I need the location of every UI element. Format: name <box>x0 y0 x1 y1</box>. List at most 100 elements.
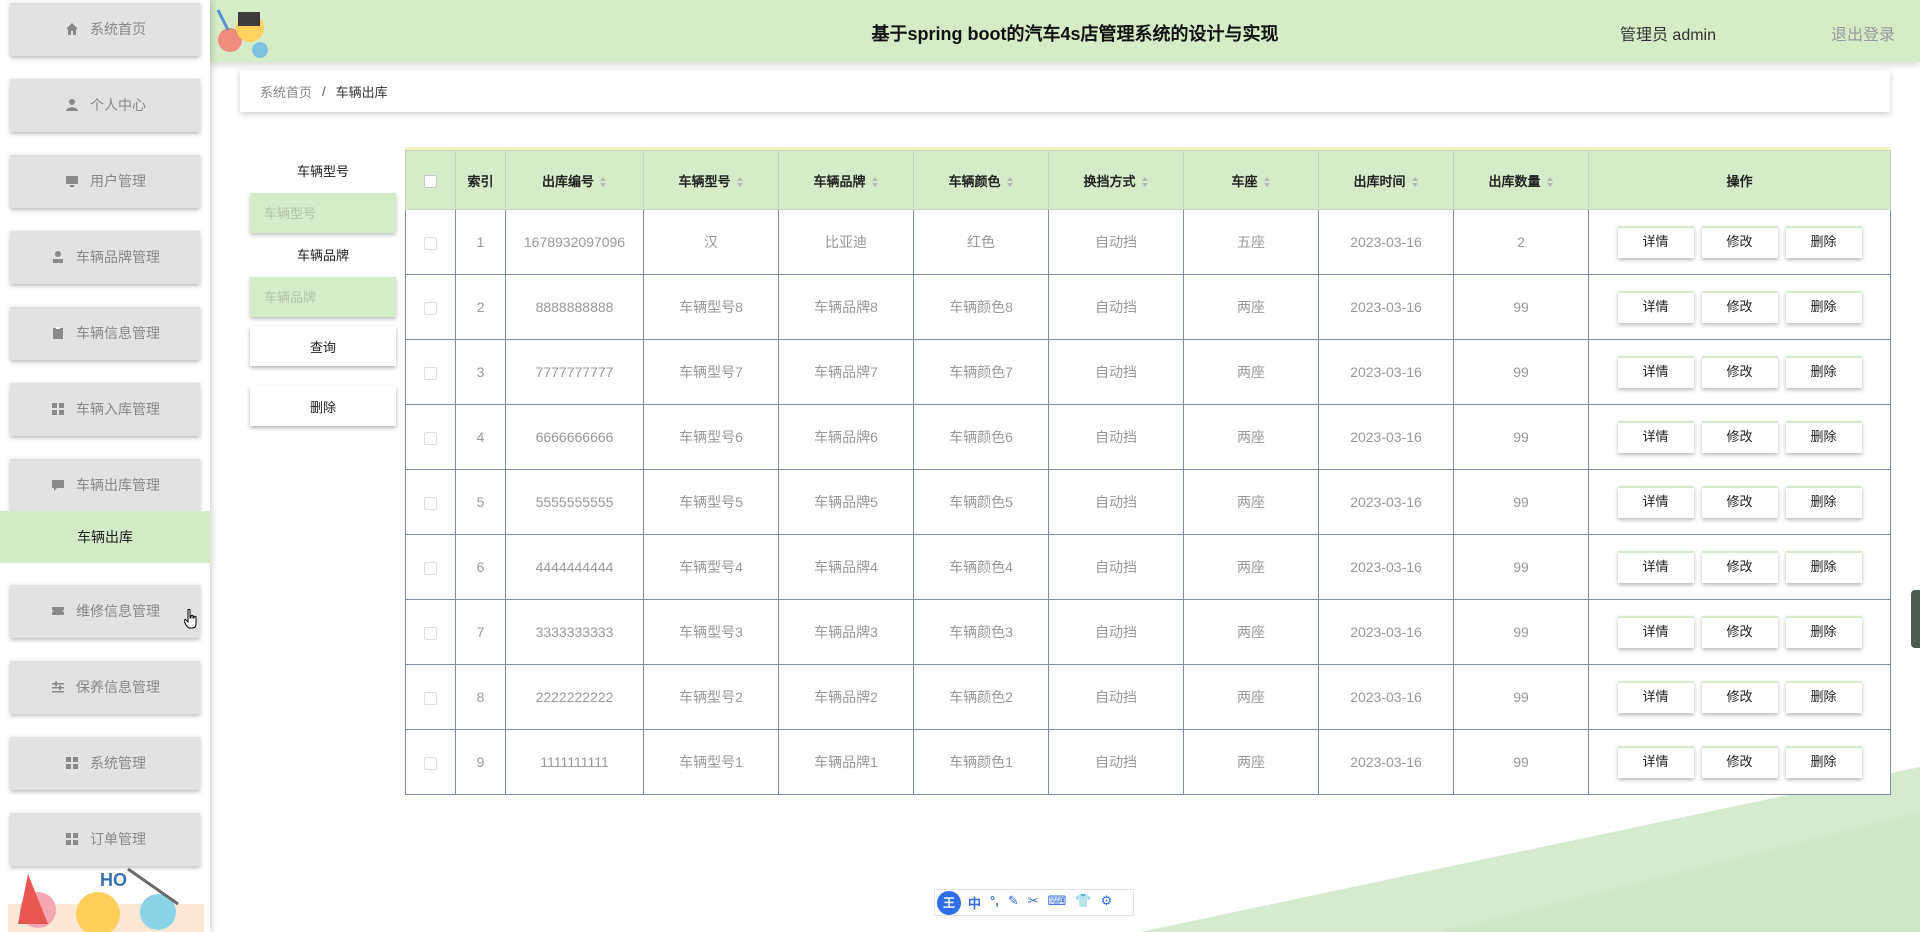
logout-link[interactable]: 退出登录 <box>1831 21 1895 45</box>
edit-button[interactable]: 修改 <box>1701 486 1778 518</box>
search-button[interactable]: 查询 <box>250 326 396 366</box>
row-checkbox[interactable] <box>424 626 437 640</box>
column-header-7[interactable]: 车座 <box>1183 150 1319 210</box>
ime-settings-icon[interactable]: ⚙ <box>1101 893 1113 912</box>
row-checkbox[interactable] <box>424 756 437 770</box>
column-header-9[interactable]: 出库数量 <box>1453 150 1589 210</box>
table-cell: 2 <box>455 274 506 340</box>
row-checkbox[interactable] <box>424 301 437 315</box>
delete-button[interactable]: 删除 <box>1785 291 1862 323</box>
column-header-4[interactable]: 车辆品牌 <box>778 150 914 210</box>
delete-button[interactable]: 删除 <box>1785 421 1862 453</box>
sidebar-item-label: 系统首页 <box>90 21 146 37</box>
row-checkbox[interactable] <box>424 561 437 575</box>
row-checkbox[interactable] <box>424 431 437 445</box>
select-all-checkbox[interactable] <box>424 174 437 188</box>
breadcrumb-home[interactable]: 系统首页 <box>260 82 312 101</box>
brand-filter-input[interactable] <box>250 277 396 317</box>
sidebar-item-9[interactable]: 保养信息管理 <box>10 660 200 714</box>
sort-caret-icon[interactable] <box>600 177 607 188</box>
sidebar-subitem-vehicle-outbound[interactable]: 车辆出库 <box>0 511 210 563</box>
detail-button[interactable]: 详情 <box>1617 551 1694 583</box>
delete-button[interactable]: 删除 <box>1785 616 1862 648</box>
row-checkbox[interactable] <box>424 496 437 510</box>
ime-punctuation-icon[interactable]: °, <box>990 893 999 912</box>
table-cell: 自动挡 <box>1048 534 1184 600</box>
edit-button[interactable]: 修改 <box>1701 421 1778 453</box>
model-filter-input[interactable] <box>250 193 396 233</box>
delete-button[interactable]: 删除 <box>1785 356 1862 388</box>
table-cell: 红色 <box>913 209 1049 275</box>
table-cell: 99 <box>1453 339 1589 405</box>
sidebar-item-3[interactable]: 用户管理 <box>10 154 200 208</box>
edit-button[interactable]: 修改 <box>1701 616 1778 648</box>
detail-button[interactable]: 详情 <box>1617 486 1694 518</box>
delete-button[interactable]: 删除 <box>1785 551 1862 583</box>
batch-delete-button[interactable]: 删除 <box>250 386 396 426</box>
detail-button[interactable]: 详情 <box>1617 421 1694 453</box>
table-cell: 99 <box>1453 404 1589 470</box>
edit-button[interactable]: 修改 <box>1701 551 1778 583</box>
detail-button[interactable]: 详情 <box>1617 291 1694 323</box>
delete-button[interactable]: 删除 <box>1785 226 1862 258</box>
sort-caret-icon[interactable] <box>1411 177 1419 188</box>
breadcrumb-current: 车辆出库 <box>335 84 388 100</box>
column-header-2[interactable]: 出库编号 <box>505 150 644 210</box>
sidebar-item-10[interactable]: 系统管理 <box>10 736 200 790</box>
sidebar-item-11[interactable]: 订单管理 <box>10 812 200 866</box>
sidebar-item-5[interactable]: 车辆信息管理 <box>10 306 200 360</box>
column-header-8[interactable]: 出库时间 <box>1318 150 1454 210</box>
sidebar-item-1[interactable]: 系统首页 <box>10 2 200 56</box>
breadcrumb-separator: / <box>322 83 326 99</box>
delete-button[interactable]: 删除 <box>1785 486 1862 518</box>
detail-button[interactable]: 详情 <box>1617 746 1694 778</box>
sort-caret-icon[interactable] <box>1546 177 1554 188</box>
sort-caret-icon[interactable] <box>736 177 744 188</box>
table-cell: 自动挡 <box>1048 599 1184 665</box>
edit-button[interactable]: 修改 <box>1701 681 1778 713</box>
ime-logo-icon[interactable]: 王 <box>937 890 961 915</box>
edit-button[interactable]: 修改 <box>1701 356 1778 388</box>
row-checkbox[interactable] <box>424 366 437 380</box>
row-checkbox[interactable] <box>424 236 437 250</box>
column-header-6[interactable]: 换挡方式 <box>1048 150 1184 210</box>
ime-handwrite-icon[interactable]: ✎ <box>1008 893 1019 912</box>
svg-text:HO: HO <box>100 870 127 890</box>
table-row: 3 7777777777 车辆型号7 车辆品牌7 车辆颜色7 自动挡 两座 2023-03-1… <box>405 339 1891 405</box>
scrollbar-handle[interactable] <box>1911 590 1920 648</box>
ime-skin-icon[interactable]: 👕 <box>1075 893 1091 912</box>
table-cell: 7777777777 <box>505 339 644 405</box>
ime-chinese-mode-icon[interactable]: 中 <box>968 893 981 912</box>
row-select-cell <box>405 599 456 665</box>
row-checkbox[interactable] <box>424 691 437 705</box>
detail-button[interactable]: 详情 <box>1617 616 1694 648</box>
sidebar-item-6[interactable]: 车辆入库管理 <box>10 382 200 436</box>
sort-caret-icon[interactable] <box>871 177 879 188</box>
sidebar-item-8[interactable]: 维修信息管理 <box>10 584 200 638</box>
sidebar-item-4[interactable]: 车辆品牌管理 <box>10 230 200 284</box>
ime-screenshot-icon[interactable]: ✂ <box>1028 893 1039 912</box>
sidebar-item-7[interactable]: 车辆出库管理 <box>10 458 200 512</box>
row-actions: 详情 修改 删除 <box>1588 274 1891 340</box>
edit-button[interactable]: 修改 <box>1701 746 1778 778</box>
detail-button[interactable]: 详情 <box>1617 356 1694 388</box>
edit-button[interactable]: 修改 <box>1701 291 1778 323</box>
table-cell: 8888888888 <box>505 274 644 340</box>
delete-button[interactable]: 删除 <box>1785 681 1862 713</box>
sort-caret-icon[interactable] <box>1006 177 1014 188</box>
table-cell: 车辆品牌2 <box>778 664 914 730</box>
column-header-3[interactable]: 车辆型号 <box>643 150 779 210</box>
row-actions: 详情 修改 删除 <box>1588 339 1891 405</box>
detail-button[interactable]: 详情 <box>1617 681 1694 713</box>
sort-caret-icon[interactable] <box>1141 177 1149 188</box>
table-cell: 车辆颜色4 <box>913 534 1049 600</box>
delete-button[interactable]: 删除 <box>1785 746 1862 778</box>
edit-button[interactable]: 修改 <box>1701 226 1778 258</box>
sidebar-item-2[interactable]: 个人中心 <box>10 78 200 132</box>
table-cell: 99 <box>1453 599 1589 665</box>
column-header-label: 车辆型号 <box>678 173 731 189</box>
column-header-5[interactable]: 车辆颜色 <box>913 150 1049 210</box>
sort-caret-icon[interactable] <box>1263 177 1271 188</box>
detail-button[interactable]: 详情 <box>1617 226 1694 258</box>
ime-keyboard-icon[interactable]: ⌨ <box>1048 893 1067 912</box>
